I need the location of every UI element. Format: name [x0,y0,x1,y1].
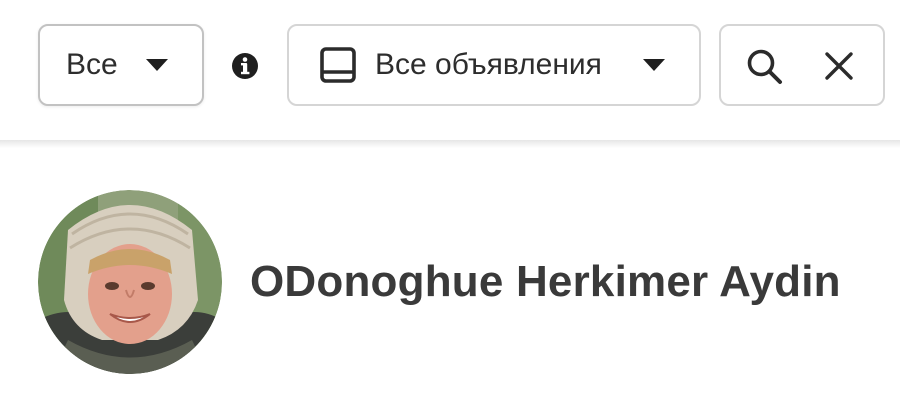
toolbar-divider [0,140,900,148]
close-icon[interactable] [823,50,855,82]
filter-dropdown-label: Все [66,48,118,81]
toolbar: Все Все объявления [0,0,900,140]
search-icon[interactable] [745,48,785,86]
book-icon [320,47,356,83]
filter-dropdown[interactable]: Все [38,24,204,106]
info-icon[interactable] [230,51,260,81]
profile-header: ODonoghue Herkimer Aydin [38,190,841,374]
avatar[interactable] [38,190,222,374]
profile-name[interactable]: ODonoghue Herkimer Aydin [250,257,841,307]
caret-down-icon [146,59,168,71]
search-box[interactable] [719,24,885,106]
caret-down-icon [643,59,665,71]
ads-scope-dropdown[interactable]: Все объявления [287,24,701,106]
ads-scope-label: Все объявления [375,48,602,81]
